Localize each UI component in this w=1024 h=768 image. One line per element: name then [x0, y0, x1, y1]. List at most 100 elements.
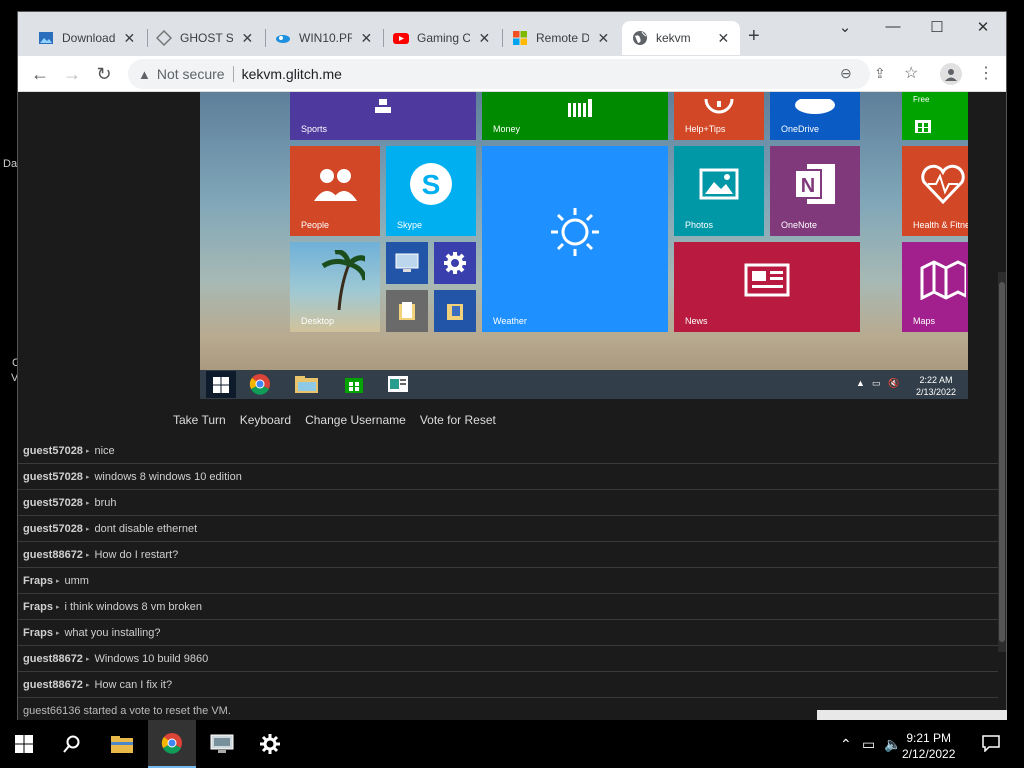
chrome-icon[interactable]: [148, 720, 196, 768]
store-icon: [902, 110, 968, 140]
tile-store[interactable]: Free: [902, 92, 968, 140]
chat-message: Fraps ▸ umm: [18, 568, 998, 594]
image-icon: [38, 30, 54, 46]
tile-onedrive[interactable]: OneDrive: [770, 92, 860, 140]
tab-kekvm[interactable]: kekvm ✕: [622, 21, 740, 55]
gear-icon: [434, 242, 476, 284]
folder-icon[interactable]: [294, 373, 318, 395]
sun-icon: [482, 146, 668, 318]
warning-icon: ▲: [138, 66, 151, 82]
vm-clock[interactable]: 2:22 AM 2/13/2022: [916, 374, 956, 398]
notification-icon[interactable]: [982, 734, 1000, 755]
star-icon[interactable]: ☆: [904, 63, 918, 83]
tile-weather[interactable]: Weather: [482, 146, 668, 332]
palm-tree-icon: [290, 242, 380, 318]
tile-people[interactable]: People: [290, 146, 380, 236]
scrollbar-thumb[interactable]: [999, 282, 1005, 642]
chevron-up-icon[interactable]: ⌃: [840, 736, 852, 753]
youtube-icon: [393, 30, 409, 46]
tab-download[interactable]: Download ✕: [28, 21, 146, 55]
close-icon[interactable]: ✕: [478, 30, 491, 47]
browser-window: Download ✕ GHOST SP ✕ WIN10.PR ✕ Gaming …: [17, 11, 1007, 721]
tile-desktop[interactable]: Desktop: [290, 242, 380, 332]
tile-computer[interactable]: [386, 242, 428, 284]
tile-onenote[interactable]: N OneNote: [770, 146, 860, 236]
tab-ghost[interactable]: GHOST SP ✕: [146, 21, 264, 55]
tile-money[interactable]: Money: [482, 92, 668, 140]
chat-message: guest57028 ▸ nice: [18, 438, 998, 464]
chat-message: guest57028 ▸ bruh: [18, 490, 998, 516]
tab-label: Download: [62, 31, 115, 45]
tile-maps[interactable]: Maps: [902, 242, 968, 332]
app-window-icon[interactable]: [386, 373, 410, 395]
tab-label: kekvm: [656, 31, 691, 45]
vm-taskbar: ▲ ▭ 🔇 2:22 AM 2/13/2022: [200, 370, 968, 399]
chat-message: Fraps ▸ what you installing?: [18, 620, 998, 646]
chrome-icon[interactable]: [248, 373, 272, 395]
heart-icon: [902, 146, 968, 222]
page-content: Sports Money Help+Tips OneDrive Free Peo…: [18, 92, 1006, 720]
remote-desktop-icon[interactable]: [198, 720, 246, 768]
tile-documents[interactable]: [386, 290, 428, 332]
reload-button[interactable]: ↻: [92, 62, 116, 86]
chevron-up-icon[interactable]: ▲: [856, 378, 865, 388]
globe-icon: [632, 30, 648, 46]
network-icon[interactable]: ▭: [872, 378, 881, 389]
network-icon[interactable]: ▭: [862, 736, 875, 753]
volume-icon[interactable]: 🔈: [884, 736, 901, 753]
cloud-icon: [770, 92, 860, 126]
vm-screen[interactable]: Sports Money Help+Tips OneDrive Free Peo…: [200, 92, 968, 399]
menu-icon[interactable]: ⋮: [978, 63, 994, 83]
keyboard-button[interactable]: Keyboard: [240, 413, 291, 427]
new-tab-button[interactable]: +: [748, 25, 760, 48]
zoom-icon[interactable]: ⊖: [840, 65, 852, 82]
tile-news[interactable]: News: [674, 242, 860, 332]
close-icon[interactable]: ✕: [717, 30, 730, 47]
take-turn-button[interactable]: Take Turn: [173, 413, 226, 427]
browser-toolbar: ← → ↻ ▲ Not secure kekvm.glitch.me ⊖ ⇪ ☆…: [18, 56, 1006, 92]
share-icon[interactable]: ⇪: [874, 65, 886, 82]
volume-icon[interactable]: 🔇: [888, 378, 899, 389]
tile-skype[interactable]: S Skype: [386, 146, 476, 236]
tab-label: WIN10.PR: [299, 31, 352, 45]
maximize-button[interactable]: ☐: [922, 18, 952, 36]
host-clock[interactable]: 9:21 PM 2/12/2022: [902, 730, 955, 762]
profile-icon[interactable]: [940, 63, 962, 85]
back-button[interactable]: ←: [28, 62, 52, 86]
close-icon[interactable]: ✕: [597, 30, 610, 47]
store-icon[interactable]: [342, 373, 366, 395]
search-icon[interactable]: [48, 720, 96, 768]
windows-start-icon[interactable]: [206, 371, 236, 398]
close-icon[interactable]: ✕: [360, 30, 373, 47]
chevron-down-icon[interactable]: ⌄: [830, 18, 860, 36]
minimize-button[interactable]: —: [878, 18, 908, 35]
gear-icon[interactable]: [246, 720, 294, 768]
tile-help[interactable]: Help+Tips: [674, 92, 764, 140]
help-icon: [674, 92, 764, 126]
tile-settings[interactable]: [434, 242, 476, 284]
tab-gaming[interactable]: Gaming C ✕: [383, 21, 501, 55]
tile-health[interactable]: Health & Fitness: [902, 146, 968, 236]
tab-label: GHOST SP: [180, 31, 233, 45]
close-window-button[interactable]: ✕: [968, 18, 998, 36]
close-icon[interactable]: ✕: [123, 30, 136, 47]
address-bar[interactable]: ▲ Not secure kekvm.glitch.me: [128, 59, 870, 89]
tile-explorer[interactable]: [434, 290, 476, 332]
forward-button[interactable]: →: [60, 62, 84, 86]
chat-message: guest57028 ▸ windows 8 windows 10 edition: [18, 464, 998, 490]
windows-start-icon[interactable]: [0, 720, 48, 768]
tab-win10[interactable]: WIN10.PR ✕: [265, 21, 383, 55]
skype-icon: S: [386, 146, 476, 222]
tab-label: Remote D: [536, 31, 589, 45]
tile-photos[interactable]: Photos: [674, 146, 764, 236]
vote-reset-button[interactable]: Vote for Reset: [420, 413, 496, 427]
url-text[interactable]: kekvm.glitch.me: [242, 66, 342, 82]
tile-sports[interactable]: Sports: [290, 92, 476, 140]
file-explorer-icon[interactable]: [98, 720, 146, 768]
svg-text:S: S: [422, 169, 441, 200]
close-icon[interactable]: ✕: [241, 30, 254, 47]
change-username-button[interactable]: Change Username: [305, 413, 406, 427]
chat-message: guest57028 ▸ dont disable ethernet: [18, 516, 998, 542]
folder-icon: [386, 290, 428, 332]
tab-remote[interactable]: Remote D ✕: [502, 21, 620, 55]
